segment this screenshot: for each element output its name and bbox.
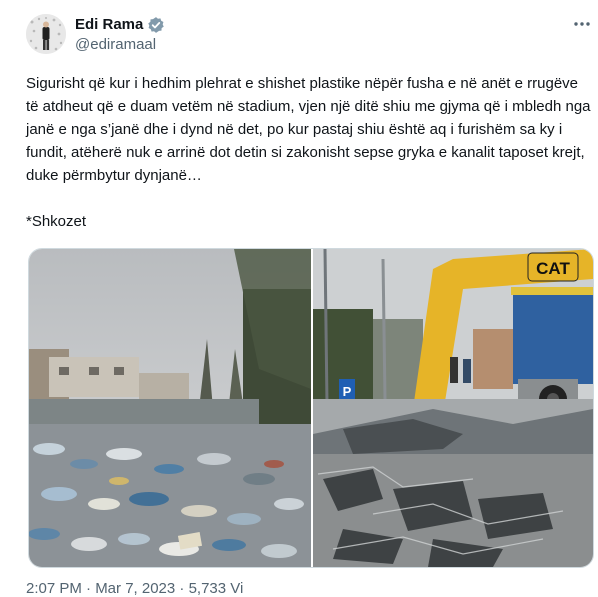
verified-badge-icon [147,16,165,34]
tweet-text: Sigurisht që kur i hedhim plehrat e shis… [26,72,594,233]
photo-excavator[interactable]: CAT P [313,249,593,567]
parking-sign-text: P [343,384,352,399]
avatar[interactable] [26,14,66,54]
author-name[interactable]: Edi Rama [75,15,143,35]
author-handle[interactable]: @ediramaal [75,36,156,54]
tweet-body: Sigurisht që kur i hedhim plehrat e shis… [26,75,591,184]
tweet-signature: *Shkozet [26,213,87,230]
more-options-icon[interactable] [572,16,596,36]
author-name-row[interactable]: Edi Rama [75,15,165,35]
photo-plastic-waste[interactable] [29,249,311,567]
media-grid: CAT P [28,248,594,568]
cat-logo-text: CAT [536,259,570,278]
tweet-meta: 2:07 PM · Mar 7, 2023 · 5,733 Vi [26,580,244,597]
tweet-card: Edi Rama @ediramaal Sigurisht që kur i h… [0,0,598,597]
